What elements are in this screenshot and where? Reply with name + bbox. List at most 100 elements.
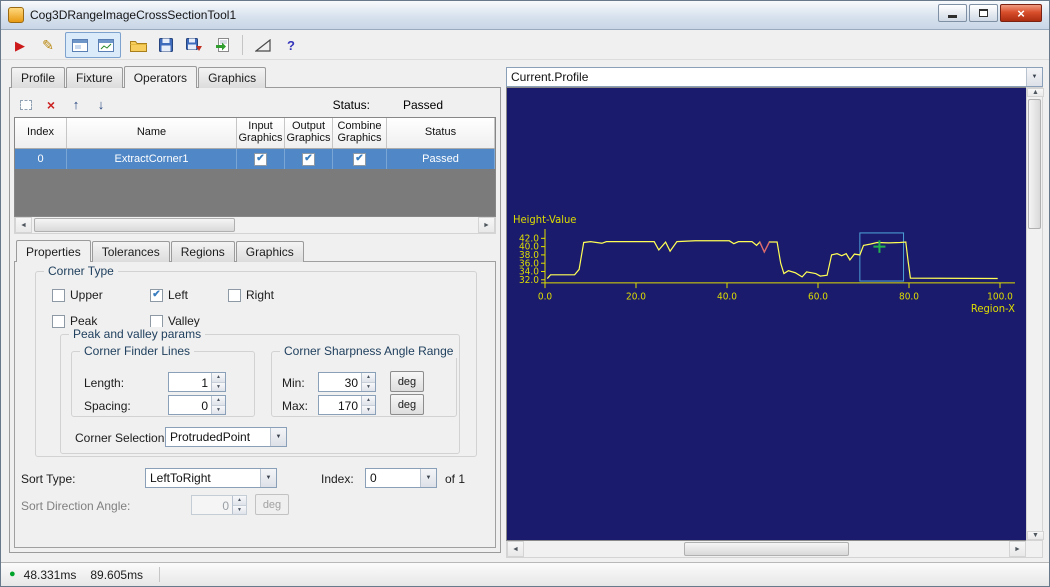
dropdown-icon: ▼ bbox=[1026, 68, 1042, 86]
horizontal-scrollbar[interactable]: ◄ ► bbox=[506, 541, 1043, 558]
spacing-spinner[interactable]: 0 ▲ ▼ bbox=[168, 395, 226, 415]
checkbox-box bbox=[52, 289, 65, 302]
table-scroll-left-button[interactable]: ◄ bbox=[15, 217, 32, 233]
min-deg-button[interactable]: deg bbox=[390, 371, 424, 392]
checkbox-label: Peak bbox=[70, 314, 97, 328]
spinner-down-button[interactable]: ▼ bbox=[212, 383, 225, 392]
sort-direction-deg-button: deg bbox=[255, 494, 289, 515]
hscroll-thumb[interactable] bbox=[684, 542, 849, 556]
open-file-button[interactable] bbox=[125, 33, 151, 57]
status-label: Status: bbox=[333, 98, 370, 112]
move-down-button[interactable]: ↓ bbox=[92, 96, 110, 114]
scroll-left-button[interactable]: ◄ bbox=[507, 541, 524, 557]
import-export-button[interactable] bbox=[209, 33, 235, 57]
import-page-icon bbox=[216, 38, 229, 52]
sort-type-combo[interactable]: LeftToRight ▼ bbox=[145, 468, 277, 488]
table-row[interactable]: 0 ExtractCorner1 ✔ ✔ ✔ Passed bbox=[15, 149, 495, 169]
column-header-name[interactable]: Name bbox=[67, 118, 237, 148]
min-angle-spinner[interactable]: 30 ▲ ▼ bbox=[318, 372, 376, 392]
svg-text:80.0: 80.0 bbox=[899, 291, 919, 302]
length-spinner[interactable]: 1 ▲ ▼ bbox=[168, 372, 226, 392]
scroll-down-button[interactable]: ▼ bbox=[1027, 531, 1044, 540]
checkbox-box bbox=[228, 289, 241, 302]
cell-index: 0 bbox=[15, 149, 67, 169]
move-up-button[interactable]: ↑ bbox=[67, 96, 85, 114]
combine-graphics-checkbox[interactable]: ✔ bbox=[353, 153, 366, 166]
save-file-button[interactable] bbox=[153, 33, 179, 57]
vertical-scrollbar[interactable]: ▲ ▼ bbox=[1026, 87, 1043, 541]
vscroll-thumb[interactable] bbox=[1028, 99, 1041, 229]
checkbox-upper[interactable]: Upper bbox=[52, 288, 103, 302]
save-results-button[interactable] bbox=[181, 33, 207, 57]
checkbox-valley[interactable]: Valley bbox=[150, 314, 200, 328]
checkbox-peak[interactable]: Peak bbox=[52, 314, 97, 328]
table-empty-area bbox=[15, 169, 495, 216]
up-arrow-icon: ▲ bbox=[216, 374, 221, 380]
operators-page: × ↑ ↓ Status: Passed Index Name Input Gr… bbox=[9, 87, 501, 553]
spinner-up-button[interactable]: ▲ bbox=[212, 373, 225, 383]
minimize-button[interactable] bbox=[938, 4, 967, 22]
app-icon bbox=[8, 7, 24, 23]
spinner-down-button[interactable]: ▼ bbox=[362, 383, 375, 392]
checkbox-left[interactable]: ✔ Left bbox=[150, 288, 188, 302]
table-horizontal-scrollbar[interactable]: ◄ ► bbox=[14, 217, 496, 234]
table-scroll-track[interactable] bbox=[32, 217, 478, 233]
column-header-output-graphics[interactable]: Output Graphics bbox=[285, 118, 333, 148]
spinner-up-button[interactable]: ▲ bbox=[212, 396, 225, 406]
checkbox-box: ✔ bbox=[150, 289, 163, 302]
float-graphics-button[interactable] bbox=[93, 33, 119, 57]
total-time: 89.605ms bbox=[90, 568, 143, 582]
spinner-down-button[interactable]: ▼ bbox=[362, 406, 375, 415]
down-arrow-icon: ▼ bbox=[216, 384, 221, 390]
table-scroll-thumb[interactable] bbox=[34, 218, 235, 232]
column-header-status[interactable]: Status bbox=[387, 118, 495, 148]
column-header-combine-graphics[interactable]: Combine Graphics bbox=[333, 118, 387, 148]
close-button[interactable]: × bbox=[1000, 4, 1042, 22]
add-operator-button[interactable] bbox=[17, 96, 35, 114]
help-button[interactable]: ? bbox=[278, 33, 304, 57]
delete-operator-button[interactable]: × bbox=[42, 96, 60, 114]
float-results-button[interactable] bbox=[67, 33, 93, 57]
profile-graph[interactable]: 42.040.038.036.034.032.00.020.040.060.08… bbox=[506, 87, 1026, 541]
tab-regions[interactable]: Regions bbox=[171, 241, 235, 262]
tab-operators[interactable]: Operators bbox=[124, 66, 197, 88]
input-graphics-checkbox[interactable]: ✔ bbox=[254, 153, 267, 166]
floppy-icon bbox=[159, 38, 173, 52]
execution-time: 48.331ms bbox=[24, 568, 77, 582]
vscroll-track[interactable] bbox=[1027, 97, 1042, 531]
spinner-up-button[interactable]: ▲ bbox=[362, 373, 375, 383]
scroll-up-button[interactable]: ▲ bbox=[1027, 88, 1044, 97]
tab-graphics[interactable]: Graphics bbox=[198, 67, 266, 88]
tab-sub-graphics[interactable]: Graphics bbox=[236, 241, 304, 262]
spinner-down-button[interactable]: ▼ bbox=[212, 406, 225, 415]
run-button[interactable]: ▶ bbox=[7, 33, 33, 57]
max-angle-spinner[interactable]: 170 ▲ ▼ bbox=[318, 395, 376, 415]
tab-properties[interactable]: Properties bbox=[16, 240, 91, 262]
toolbar-separator bbox=[242, 35, 243, 55]
column-header-index[interactable]: Index bbox=[15, 118, 67, 148]
checkbox-box bbox=[150, 315, 163, 328]
corner-sharpness-legend: Corner Sharpness Angle Range bbox=[280, 344, 457, 358]
column-header-input-graphics[interactable]: Input Graphics bbox=[237, 118, 285, 148]
display-selector-combo[interactable]: Current.Profile ▼ bbox=[506, 67, 1043, 87]
down-arrow-icon: ▼ bbox=[1032, 532, 1039, 539]
down-arrow-icon: ▼ bbox=[216, 407, 221, 413]
checkbox-right[interactable]: Right bbox=[228, 288, 274, 302]
output-graphics-checkbox[interactable]: ✔ bbox=[302, 153, 315, 166]
hscroll-track[interactable] bbox=[524, 541, 1009, 557]
maximize-button[interactable] bbox=[969, 4, 998, 22]
index-combo[interactable]: 0 ▼ bbox=[365, 468, 437, 488]
tab-fixture[interactable]: Fixture bbox=[66, 67, 123, 88]
corner-finder-group: Corner Finder Lines Length: 1 ▲ ▼ Spacin… bbox=[71, 351, 255, 417]
scroll-right-button[interactable]: ► bbox=[1009, 541, 1026, 557]
tab-tolerances[interactable]: Tolerances bbox=[92, 241, 170, 262]
run-edit-button[interactable]: ✎ bbox=[35, 33, 61, 57]
titlebar[interactable]: Cog3DRangeImageCrossSectionTool1 × bbox=[1, 1, 1049, 30]
spinner-up-button[interactable]: ▲ bbox=[362, 396, 375, 406]
table-header-row: Index Name Input Graphics Output Graphic… bbox=[15, 118, 495, 149]
corner-selection-combo[interactable]: ProtrudedPoint ▼ bbox=[165, 427, 287, 447]
tab-profile[interactable]: Profile bbox=[11, 67, 65, 88]
max-deg-button[interactable]: deg bbox=[390, 394, 424, 415]
table-scroll-right-button[interactable]: ► bbox=[478, 217, 495, 233]
angle-tool-button[interactable] bbox=[250, 33, 276, 57]
